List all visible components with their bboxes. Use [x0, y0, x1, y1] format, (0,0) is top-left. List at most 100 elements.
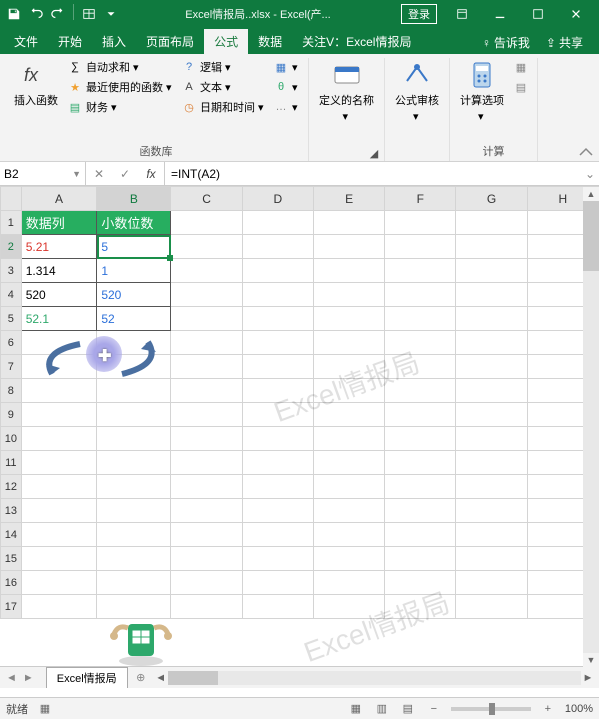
cell[interactable]: [313, 235, 384, 259]
cell[interactable]: [171, 355, 242, 379]
cell[interactable]: [313, 595, 384, 619]
cell[interactable]: [313, 211, 384, 235]
cell[interactable]: [313, 523, 384, 547]
zoom-slider[interactable]: [451, 707, 531, 711]
cell[interactable]: [385, 475, 456, 499]
cell[interactable]: [456, 547, 527, 571]
cell[interactable]: 1: [97, 259, 171, 283]
maximize-icon[interactable]: [519, 0, 557, 28]
cell[interactable]: [171, 427, 242, 451]
cell[interactable]: 520: [97, 283, 171, 307]
cell[interactable]: [313, 331, 384, 355]
minimize-icon[interactable]: [481, 0, 519, 28]
calc-sheet-button[interactable]: ▤: [511, 78, 531, 96]
cell[interactable]: [97, 355, 171, 379]
row-header[interactable]: 6: [1, 331, 22, 355]
cell[interactable]: [21, 427, 97, 451]
tab-layout[interactable]: 页面布局: [136, 29, 204, 54]
cell[interactable]: [385, 427, 456, 451]
cell[interactable]: [313, 403, 384, 427]
tell-me-button[interactable]: ♀告诉我: [476, 31, 536, 54]
finance-button[interactable]: ▤财务▾: [65, 98, 176, 116]
ribbon-collapse-icon[interactable]: [577, 145, 595, 159]
cell[interactable]: [97, 427, 171, 451]
insert-function-button[interactable]: fx 插入函数: [10, 58, 62, 110]
row-header[interactable]: 17: [1, 595, 22, 619]
cell[interactable]: [242, 259, 313, 283]
row-header[interactable]: 9: [1, 403, 22, 427]
col-header[interactable]: D: [242, 187, 313, 211]
cell[interactable]: [97, 331, 171, 355]
cell[interactable]: [171, 475, 242, 499]
cell[interactable]: [97, 403, 171, 427]
row-header[interactable]: 7: [1, 355, 22, 379]
cell[interactable]: [21, 547, 97, 571]
cell[interactable]: 数据列: [21, 211, 97, 235]
row-header[interactable]: 13: [1, 499, 22, 523]
cell[interactable]: 1.314: [21, 259, 97, 283]
cell[interactable]: 52: [97, 307, 171, 331]
enter-formula-icon[interactable]: ✓: [112, 162, 138, 185]
zoom-in-icon[interactable]: +: [539, 701, 557, 717]
redo-icon[interactable]: [48, 4, 68, 24]
math-button[interactable]: θ▾: [271, 78, 302, 96]
cell[interactable]: [385, 307, 456, 331]
row-header[interactable]: 8: [1, 379, 22, 403]
tab-home[interactable]: 开始: [48, 29, 92, 54]
macro-record-icon[interactable]: ▦: [36, 701, 54, 717]
cell[interactable]: [385, 355, 456, 379]
row-header[interactable]: 12: [1, 475, 22, 499]
dialog-launcher-icon[interactable]: ◢: [368, 147, 380, 159]
cell[interactable]: [456, 571, 527, 595]
autosum-button[interactable]: ∑自动求和▾: [65, 58, 176, 76]
cell[interactable]: [21, 355, 97, 379]
zoom-out-icon[interactable]: −: [425, 701, 443, 717]
col-header[interactable]: B: [97, 187, 171, 211]
zoom-handle[interactable]: [489, 703, 495, 715]
sheet-tab[interactable]: Excel情报局: [46, 667, 128, 688]
defined-names-button[interactable]: 定义的名称 ▾: [315, 58, 378, 125]
cell[interactable]: [171, 259, 242, 283]
scroll-up-icon[interactable]: ▲: [583, 187, 599, 201]
cell[interactable]: [171, 403, 242, 427]
cell[interactable]: [171, 523, 242, 547]
col-header[interactable]: E: [313, 187, 384, 211]
cell[interactable]: [456, 451, 527, 475]
cell[interactable]: 52.1: [21, 307, 97, 331]
row-header[interactable]: 3: [1, 259, 22, 283]
cell[interactable]: [456, 331, 527, 355]
cell[interactable]: [97, 475, 171, 499]
cell[interactable]: 520: [21, 283, 97, 307]
tab-follow[interactable]: 关注V：Excel情报局: [292, 29, 421, 54]
recent-functions-button[interactable]: ★最近使用的函数▾: [65, 78, 176, 96]
cell[interactable]: [456, 259, 527, 283]
cell[interactable]: [97, 571, 171, 595]
cell[interactable]: [21, 499, 97, 523]
row-header[interactable]: 16: [1, 571, 22, 595]
scroll-thumb[interactable]: [168, 671, 218, 685]
cell[interactable]: [171, 379, 242, 403]
cell[interactable]: [313, 379, 384, 403]
cell[interactable]: [313, 475, 384, 499]
scroll-left-icon[interactable]: ◄: [154, 672, 168, 684]
cell[interactable]: [456, 235, 527, 259]
fx-icon[interactable]: fx: [138, 162, 164, 185]
cell[interactable]: 5: [97, 235, 171, 259]
undo-icon[interactable]: [26, 4, 46, 24]
sheet-nav-prev-icon[interactable]: ◄: [6, 672, 17, 684]
cell[interactable]: [21, 523, 97, 547]
cell[interactable]: [97, 451, 171, 475]
cell[interactable]: [171, 547, 242, 571]
col-header[interactable]: A: [21, 187, 97, 211]
cell[interactable]: [242, 355, 313, 379]
cell[interactable]: [385, 595, 456, 619]
cell[interactable]: [313, 307, 384, 331]
row-header[interactable]: 4: [1, 283, 22, 307]
cell[interactable]: [171, 235, 242, 259]
cell[interactable]: [171, 451, 242, 475]
cell[interactable]: [171, 595, 242, 619]
add-sheet-icon[interactable]: ⊕: [132, 671, 150, 684]
spreadsheet-grid[interactable]: ABCDEFGH1数据列小数位数25.21531.31414520520552.…: [0, 186, 599, 666]
cell[interactable]: [456, 523, 527, 547]
close-icon[interactable]: [557, 0, 595, 28]
